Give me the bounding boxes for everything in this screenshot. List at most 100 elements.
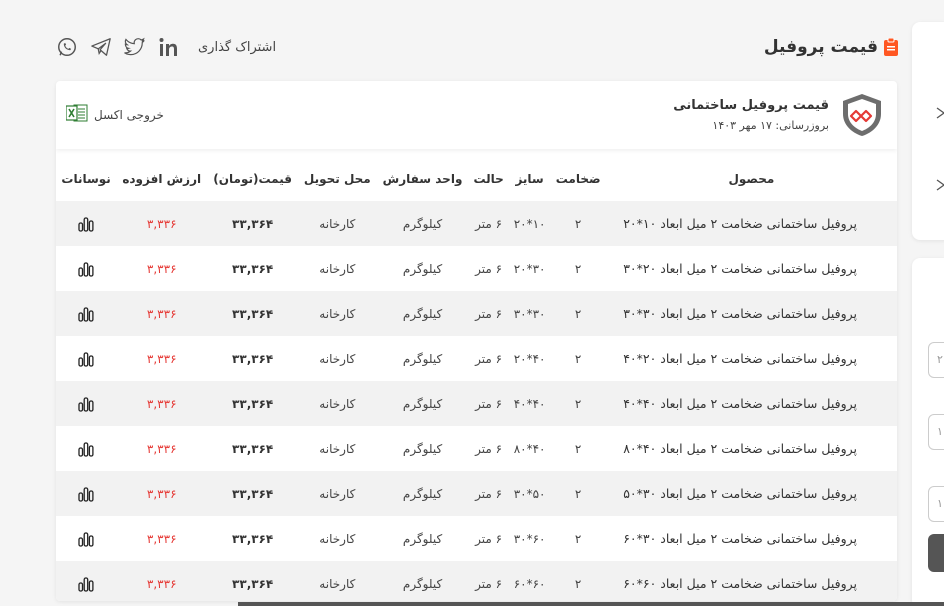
price-card: قیمت پروفیل ساختمانی بروزرسانی: ۱۷ مهر ۱…: [56, 81, 897, 601]
cell-vat: ۳,۳۳۶: [116, 381, 208, 426]
cell-vat: ۳,۳۳۶: [116, 291, 208, 336]
header-vat: ارزش افزوده: [116, 157, 208, 201]
bar-chart-icon[interactable]: [78, 441, 94, 457]
header-unit: واحد سفارش: [376, 157, 469, 201]
bar-chart-icon[interactable]: [78, 486, 94, 502]
cell-vat: ۳,۳۳۶: [116, 201, 208, 246]
page-header: قیمت پروفیل اشتراک گذاری: [56, 30, 898, 64]
chevron-down-icon[interactable]: [936, 104, 944, 119]
cell-product: پروفیل ساختمانی ضخامت ۲ میل ابعاد ۱۰*۲۰: [605, 201, 897, 246]
cell-product: پروفیل ساختمانی ضخامت ۲ میل ابعاد ۶۰*۶۰: [605, 561, 897, 601]
bar-chart-icon[interactable]: [78, 531, 94, 547]
cell-delivery: کارخانه: [298, 291, 377, 336]
cell-state: ۶ متر: [468, 291, 509, 336]
cell-thickness: ۲: [550, 381, 606, 426]
table-row[interactable]: پروفیل ساختمانی ضخامت ۲ میل ابعاد ۲۰*۳۰ ۲…: [56, 246, 897, 291]
cell-fluctuation: [56, 381, 117, 426]
table-row[interactable]: پروفیل ساختمانی ضخامت ۲ میل ابعاد ۲۰*۴۰ ۲…: [56, 336, 897, 381]
cell-thickness: ۲: [550, 246, 606, 291]
bar-chart-icon[interactable]: [78, 351, 94, 367]
cell-delivery: کارخانه: [298, 201, 377, 246]
telegram-icon[interactable]: [90, 36, 112, 58]
table-row[interactable]: پروفیل ساختمانی ضخامت ۲ میل ابعاد ۳۰*۳۰ ۲…: [56, 291, 897, 336]
cell-product: پروفیل ساختمانی ضخامت ۲ میل ابعاد ۳۰*۶۰: [605, 516, 897, 561]
cell-vat: ۳,۳۳۶: [116, 426, 208, 471]
cell-state: ۶ متر: [468, 201, 509, 246]
chevron-down-icon[interactable]: [936, 176, 944, 191]
cell-unit: کیلوگرم: [376, 471, 469, 516]
cell-state: ۶ متر: [468, 561, 509, 601]
table-row[interactable]: پروفیل ساختمانی ضخامت ۲ میل ابعاد ۴۰*۴۰ ۲…: [56, 381, 897, 426]
table-row[interactable]: پروفیل ساختمانی ضخامت ۲ میل ابعاد ۳۰*۶۰ ۲…: [56, 516, 897, 561]
table-row[interactable]: پروفیل ساختمانی ضخامت ۲ میل ابعاد ۱۰*۲۰ ۲…: [56, 201, 897, 246]
excel-export-button[interactable]: خروجی اکسل: [65, 103, 164, 127]
cell-delivery: کارخانه: [298, 561, 377, 601]
cell-product: پروفیل ساختمانی ضخامت ۲ میل ابعاد ۴۰*۸۰: [605, 426, 897, 471]
table-row[interactable]: پروفیل ساختمانی ضخامت ۲ میل ابعاد ۳۰*۵۰ ۲…: [56, 471, 897, 516]
side-input-1[interactable]: ۲: [928, 342, 944, 378]
cell-size: ۴۰*۴۰: [508, 381, 551, 426]
whatsapp-icon[interactable]: [56, 36, 78, 58]
bar-chart-icon[interactable]: [78, 306, 94, 322]
title-wrap: قیمت پروفیل: [764, 37, 898, 57]
linkedin-icon[interactable]: [158, 36, 180, 58]
product-name: قیمت پروفیل ساختمانی: [673, 98, 829, 113]
update-date: ۱۷ مهر ۱۴۰۳: [712, 119, 772, 132]
cell-size: ۱۰*۲۰: [508, 201, 551, 246]
cell-unit: کیلوگرم: [376, 561, 469, 601]
product-text: قیمت پروفیل ساختمانی بروزرسانی: ۱۷ مهر ۱…: [673, 98, 829, 132]
cell-delivery: کارخانه: [298, 246, 377, 291]
cell-fluctuation: [56, 246, 117, 291]
cell-unit: کیلوگرم: [376, 381, 469, 426]
cell-vat: ۳,۳۳۶: [116, 336, 208, 381]
cell-state: ۶ متر: [468, 471, 509, 516]
twitter-icon[interactable]: [124, 36, 146, 58]
cell-fluctuation: [56, 426, 117, 471]
cell-unit: کیلوگرم: [376, 246, 469, 291]
header-fluctuation: نوسانات: [56, 157, 117, 201]
cell-price: ۳۳,۳۶۴: [207, 291, 299, 336]
cell-state: ۶ متر: [468, 516, 509, 561]
bottom-bar: [238, 602, 944, 606]
cell-state: ۶ متر: [468, 246, 509, 291]
update-label: بروزرسانی:: [775, 119, 829, 132]
header-price: قیمت(تومان): [207, 157, 299, 201]
side-input-3[interactable]: ۱۰: [928, 486, 944, 522]
bar-chart-icon[interactable]: [78, 261, 94, 277]
header-delivery: محل تحویل: [298, 157, 377, 201]
cell-fluctuation: [56, 291, 117, 336]
side-submit-button[interactable]: [928, 534, 944, 572]
cell-product: پروفیل ساختمانی ضخامت ۲ میل ابعاد ۲۰*۳۰: [605, 246, 897, 291]
cell-state: ۶ متر: [468, 381, 509, 426]
cell-thickness: ۲: [550, 561, 606, 601]
table-row[interactable]: پروفیل ساختمانی ضخامت ۲ میل ابعاد ۴۰*۸۰ ۲…: [56, 426, 897, 471]
cell-delivery: کارخانه: [298, 426, 377, 471]
cell-vat: ۳,۳۳۶: [116, 471, 208, 516]
product-update: بروزرسانی: ۱۷ مهر ۱۴۰۳: [673, 119, 829, 132]
side-input-2[interactable]: ۱: [928, 414, 944, 450]
bar-chart-icon[interactable]: [78, 396, 94, 412]
cell-price: ۳۳,۳۶۴: [207, 426, 299, 471]
side-panel-top: [912, 22, 944, 240]
cell-product: پروفیل ساختمانی ضخامت ۲ میل ابعاد ۳۰*۵۰: [605, 471, 897, 516]
cell-vat: ۳,۳۳۶: [116, 246, 208, 291]
shield-logo-icon: [839, 92, 885, 138]
cell-fluctuation: [56, 471, 117, 516]
cell-size: ۵۰*۳۰: [508, 471, 551, 516]
cell-price: ۳۳,۳۶۴: [207, 336, 299, 381]
cell-unit: کیلوگرم: [376, 201, 469, 246]
cell-product: پروفیل ساختمانی ضخامت ۲ میل ابعاد ۳۰*۳۰: [605, 291, 897, 336]
header-size: سایز: [508, 157, 551, 201]
bar-chart-icon[interactable]: [78, 216, 94, 232]
cell-vat: ۳,۳۳۶: [116, 561, 208, 601]
cell-fluctuation: [56, 561, 117, 601]
cell-fluctuation: [56, 336, 117, 381]
bar-chart-icon[interactable]: [78, 576, 94, 592]
cell-unit: کیلوگرم: [376, 336, 469, 381]
cell-fluctuation: [56, 516, 117, 561]
cell-thickness: ۲: [550, 426, 606, 471]
cell-thickness: ۲: [550, 336, 606, 381]
cell-price: ۳۳,۳۶۴: [207, 201, 299, 246]
cell-unit: کیلوگرم: [376, 291, 469, 336]
table-row[interactable]: پروفیل ساختمانی ضخامت ۲ میل ابعاد ۶۰*۶۰ ۲…: [56, 561, 897, 601]
